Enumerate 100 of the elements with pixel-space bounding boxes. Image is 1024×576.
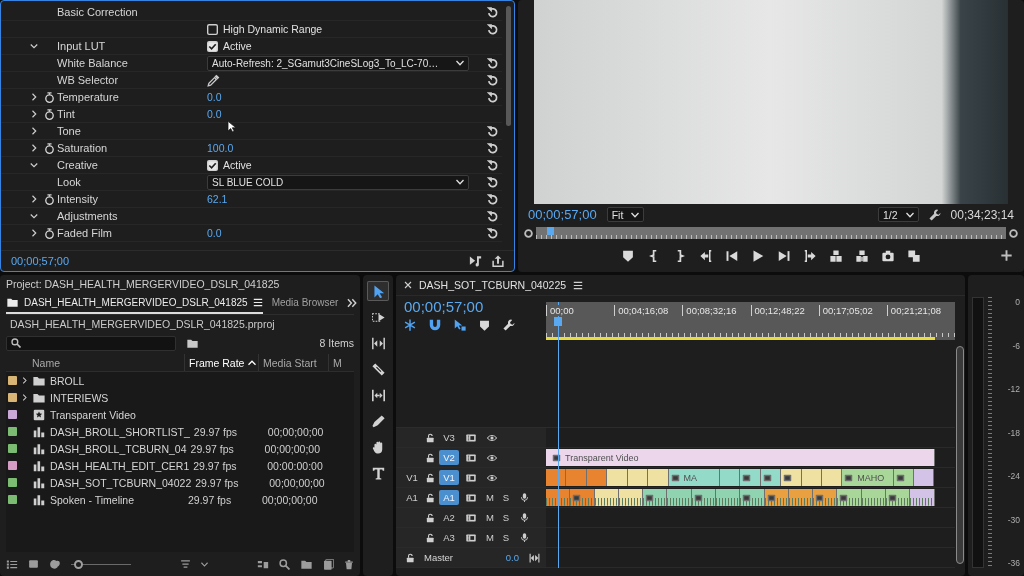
- solo-button[interactable]: S: [502, 532, 510, 543]
- search-field[interactable]: [6, 335, 176, 351]
- tool-button[interactable]: [367, 281, 389, 301]
- label-swatch-icon[interactable]: [7, 376, 17, 385]
- padlock-icon[interactable]: [425, 452, 435, 463]
- plus-icon[interactable]: [1001, 250, 1012, 261]
- folder-icon[interactable]: [300, 558, 313, 570]
- label-swatch-icon[interactable]: [7, 410, 17, 419]
- item-name[interactable]: Spoken - Timeline: [48, 493, 135, 506]
- reset-icon[interactable]: [486, 159, 498, 171]
- step-back-icon[interactable]: [726, 249, 738, 262]
- item-name[interactable]: DASH_HEALTH_EDIT_CER1: [48, 459, 190, 472]
- scrollbar[interactable]: [505, 6, 511, 126]
- chevron-icon[interactable]: [30, 212, 38, 220]
- asterisk-icon[interactable]: [404, 319, 416, 331]
- blob-icon[interactable]: [49, 558, 61, 570]
- volume-value[interactable]: 0.0: [505, 552, 519, 563]
- reset-icon[interactable]: [486, 176, 498, 188]
- checkbox-label[interactable]: Active: [223, 159, 252, 171]
- item-name[interactable]: INTERIEWS: [48, 391, 109, 404]
- film-icon[interactable]: [465, 512, 477, 523]
- square-icon[interactable]: [28, 559, 39, 569]
- label-swatch-icon[interactable]: [7, 478, 17, 487]
- film-icon[interactable]: [465, 532, 477, 543]
- video-clip[interactable]: [893, 469, 915, 486]
- sequence-tab[interactable]: DASH_SOT_TCBURN_040225: [419, 279, 567, 291]
- video-clip[interactable]: [914, 469, 935, 486]
- column-header[interactable]: Name: [6, 354, 184, 371]
- column-header[interactable]: Media Start: [258, 354, 328, 371]
- checkbox[interactable]: [207, 159, 218, 171]
- video-clip[interactable]: [607, 469, 628, 486]
- video-clip[interactable]: [719, 469, 741, 486]
- chevron-icon[interactable]: [30, 42, 38, 50]
- sort-lines-icon[interactable]: [180, 559, 191, 569]
- film-icon[interactable]: [465, 492, 477, 503]
- audio-clip[interactable]: [740, 489, 765, 506]
- reset-icon[interactable]: [486, 125, 498, 137]
- checkbox-label[interactable]: Active: [223, 40, 252, 52]
- checkbox[interactable]: [207, 23, 218, 35]
- folder-icon[interactable]: [186, 337, 199, 349]
- film-icon[interactable]: [465, 432, 477, 443]
- search-icon[interactable]: [279, 558, 290, 570]
- audio-clip[interactable]: [667, 489, 692, 506]
- ring-icon[interactable]: [524, 228, 533, 238]
- chevron-icon[interactable]: [30, 229, 38, 237]
- checkbox[interactable]: [207, 40, 218, 52]
- reset-icon[interactable]: [486, 210, 498, 222]
- solo-button[interactable]: S: [502, 512, 510, 523]
- video-clip[interactable]: [821, 469, 843, 486]
- padlock-icon[interactable]: [425, 432, 435, 443]
- slider-thumb[interactable]: [73, 559, 83, 569]
- audio-clip[interactable]: [813, 489, 838, 506]
- value-field[interactable]: 0.0: [207, 108, 222, 120]
- chevron-icon[interactable]: [30, 195, 38, 203]
- stacked-boxes-icon[interactable]: [830, 249, 842, 262]
- column-header[interactable]: Frame Rate: [184, 354, 258, 371]
- reset-icon[interactable]: [486, 227, 498, 239]
- double-chevron-icon[interactable]: [347, 298, 358, 308]
- audio-clip[interactable]: [594, 489, 619, 506]
- stopwatch-icon[interactable]: [43, 91, 55, 103]
- film-icon[interactable]: [465, 472, 477, 483]
- stopwatch-icon[interactable]: [43, 193, 55, 205]
- chevron-icon[interactable]: [30, 127, 38, 135]
- lut-dropdown[interactable]: SL BLUE COLD: [207, 174, 469, 190]
- time-ruler[interactable]: 00;00 00;04;16;08 00;08;32;16 00;12;48;22 00;17;05;02 00;21;21;08: [546, 302, 955, 340]
- timecode[interactable]: 00;00;57;00: [11, 255, 70, 267]
- chevron-icon[interactable]: [30, 110, 38, 118]
- microphone-icon[interactable]: [519, 492, 529, 503]
- mute-button[interactable]: M: [486, 512, 494, 523]
- audio-clip[interactable]: [643, 489, 668, 506]
- microphone-icon[interactable]: [519, 512, 529, 523]
- arrow-brace-right-icon[interactable]: [804, 249, 816, 262]
- step-forward-icon[interactable]: [778, 249, 790, 262]
- audio-clip[interactable]: [715, 489, 741, 506]
- audio-clip[interactable]: [910, 489, 935, 506]
- marker-icon[interactable]: [622, 249, 634, 262]
- audio-clip[interactable]: [618, 489, 644, 506]
- video-clip[interactable]: [801, 469, 822, 486]
- boxes-icon[interactable]: [257, 558, 269, 570]
- stopwatch-icon[interactable]: [43, 227, 55, 239]
- playhead-thumb[interactable]: [547, 227, 555, 235]
- source-patch[interactable]: A1: [406, 492, 418, 503]
- label-swatch-icon[interactable]: [7, 393, 17, 402]
- label-swatch-icon[interactable]: [7, 461, 17, 470]
- video-clip[interactable]: MA: [668, 469, 720, 486]
- zoom-dropdown[interactable]: Fit: [606, 207, 645, 222]
- video-clip[interactable]: MAHO: [842, 469, 894, 486]
- chevron-icon[interactable]: [20, 394, 28, 401]
- wrench-icon[interactable]: [928, 208, 941, 221]
- audio-clip[interactable]: [861, 489, 886, 506]
- value-field[interactable]: 62.1: [207, 193, 228, 205]
- padlock-icon[interactable]: [425, 492, 435, 503]
- reset-icon[interactable]: [486, 142, 498, 154]
- film-icon[interactable]: [465, 452, 477, 463]
- eye-icon[interactable]: [486, 472, 498, 483]
- label-swatch-icon[interactable]: [7, 495, 17, 504]
- video-clip[interactable]: Transparent Video: [546, 449, 935, 466]
- timecode[interactable]: 00;00;57;00: [404, 298, 484, 315]
- vertical-scrollbar[interactable]: [956, 346, 964, 564]
- column-header[interactable]: M: [328, 354, 354, 371]
